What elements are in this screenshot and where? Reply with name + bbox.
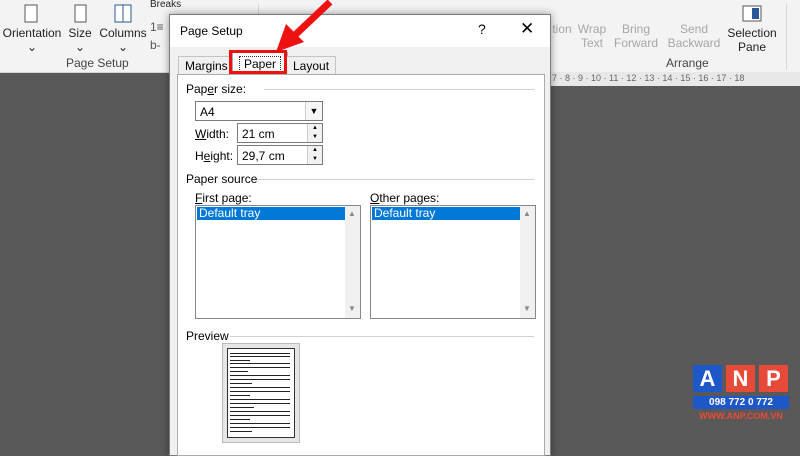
send-backward-label-1: Send: [679, 22, 709, 36]
first-page-scrollbar[interactable]: ▲ ▼: [345, 206, 360, 318]
selection-pane-button[interactable]: Selection Pane: [726, 4, 778, 54]
orientation-button[interactable]: Orientation ⌄: [2, 4, 62, 54]
scroll-up-icon[interactable]: ▲: [523, 209, 531, 218]
section-divider: [264, 89, 534, 90]
selection-pane-icon: [742, 5, 762, 22]
preview-page: [227, 348, 295, 438]
paper-size-select[interactable]: A4 ▼: [195, 101, 323, 121]
spin-up-icon[interactable]: ▲: [308, 146, 322, 155]
other-pages-label-accel: O: [370, 191, 380, 205]
spin-up-icon[interactable]: ▲: [308, 124, 322, 133]
wrap-text-button[interactable]: Wrap Text: [574, 22, 610, 50]
section-divider: [230, 336, 534, 337]
size-label: Size: [68, 26, 92, 40]
chevron-down-icon: ⌄: [26, 40, 38, 54]
close-button[interactable]: ✕: [520, 19, 534, 39]
line-numbers-icon[interactable]: 1≡: [150, 20, 164, 34]
scroll-down-icon[interactable]: ▼: [523, 304, 531, 313]
paper-source-heading: Paper source: [186, 172, 258, 186]
position-button[interactable]: tion: [550, 22, 574, 36]
bring-forward-label-1: Bring: [621, 22, 650, 36]
width-label: Width:: [195, 127, 229, 141]
logo-letter-n: N: [726, 365, 755, 392]
paper-size-heading-pre: Pap: [186, 82, 208, 96]
logo-website: WWW.ANP.COM.VN: [699, 411, 783, 421]
paper-size-heading-post: r size:: [214, 82, 247, 96]
send-backward-button[interactable]: Send Backward: [664, 22, 724, 50]
chevron-down-icon[interactable]: ▼: [305, 102, 322, 120]
bring-forward-button[interactable]: Bring Forward: [612, 22, 660, 50]
preview-heading: Preview: [186, 329, 229, 343]
logo-phone: 098 772 0 772: [693, 396, 789, 409]
anp-logo: A N P 098 772 0 772 WWW.ANP.COM.VN: [693, 365, 789, 421]
width-label-post: idth:: [206, 127, 230, 141]
other-pages-selected-item[interactable]: Default tray: [372, 207, 521, 220]
first-page-label: First page:: [195, 191, 252, 205]
dialog-titlebar[interactable]: Page Setup ? ✕: [170, 15, 550, 47]
paper-size-heading: Paper size:: [186, 82, 246, 96]
send-backward-label-2: Backward: [667, 36, 721, 50]
bring-forward-label-2: Forward: [613, 36, 658, 50]
scroll-up-icon[interactable]: ▲: [348, 209, 356, 218]
arrange-group-label: Arrange: [666, 56, 709, 70]
size-button[interactable]: Size ⌄: [64, 4, 96, 54]
orientation-label: Orientation: [2, 26, 62, 40]
chevron-down-icon: ⌄: [117, 40, 129, 54]
first-page-list[interactable]: Default tray ▲ ▼: [195, 205, 361, 319]
height-label: Height:: [195, 149, 233, 163]
wrap-text-label-1: Wrap: [577, 22, 607, 36]
selection-pane-label-1: Selection: [727, 26, 777, 40]
other-pages-label-post: ther pages:: [379, 191, 440, 205]
logo-letter-p: P: [759, 365, 788, 392]
paper-tab-panel: Paper size: A4 ▼ Width: 21 cm ▲ ▼ Height:…: [177, 74, 545, 456]
paper-size-value: A4: [200, 105, 215, 119]
columns-label: Columns: [99, 26, 147, 40]
chevron-down-icon: ⌄: [74, 40, 86, 54]
breaks-button[interactable]: Breaks: [150, 0, 181, 12]
other-pages-list[interactable]: Default tray ▲ ▼: [370, 205, 536, 319]
red-arrow-icon: [276, 0, 333, 52]
height-stepper[interactable]: 29,7 cm ▲ ▼: [237, 145, 323, 165]
dialog-title: Page Setup: [180, 24, 243, 38]
logo-letter-a: A: [693, 365, 722, 392]
size-icon: [74, 4, 87, 23]
horizontal-ruler: 7 · 8 · 9 · 10 · 11 · 12 · 13 · 14 · 15 …: [548, 72, 800, 86]
height-label-post: ight:: [210, 149, 234, 163]
first-page-selected-item[interactable]: Default tray: [197, 207, 346, 220]
spin-down-icon[interactable]: ▼: [308, 133, 322, 142]
other-pages-scrollbar[interactable]: ▲ ▼: [520, 206, 535, 318]
columns-button[interactable]: Columns ⌄: [98, 4, 148, 54]
selection-pane-label-2: Pane: [737, 40, 767, 54]
width-stepper[interactable]: 21 cm ▲ ▼: [237, 123, 323, 143]
columns-icon: [114, 4, 132, 23]
scroll-down-icon[interactable]: ▼: [348, 304, 356, 313]
height-value: 29,7 cm: [242, 149, 285, 163]
group-divider: [786, 4, 787, 70]
other-pages-label: Other pages:: [370, 191, 439, 205]
page-preview: [222, 343, 300, 443]
hyphenation-icon[interactable]: b-: [150, 38, 161, 52]
width-spin-buttons[interactable]: ▲ ▼: [307, 124, 322, 142]
tab-margins[interactable]: Margins: [178, 56, 235, 75]
help-button[interactable]: ?: [478, 21, 486, 37]
height-label-pre: H: [195, 149, 204, 163]
page-setup-dialog: Page Setup ? ✕ Margins Paper Layout Pape…: [169, 14, 551, 456]
orientation-icon: [24, 4, 38, 23]
first-page-label-post: irst page:: [202, 191, 252, 205]
height-spin-buttons[interactable]: ▲ ▼: [307, 146, 322, 164]
width-label-accel: W: [195, 127, 207, 141]
wrap-text-label-2: Text: [580, 36, 603, 50]
spin-down-icon[interactable]: ▼: [308, 155, 322, 164]
page-setup-group-label: Page Setup: [66, 56, 129, 70]
section-divider: [258, 179, 534, 180]
width-value: 21 cm: [242, 127, 275, 141]
